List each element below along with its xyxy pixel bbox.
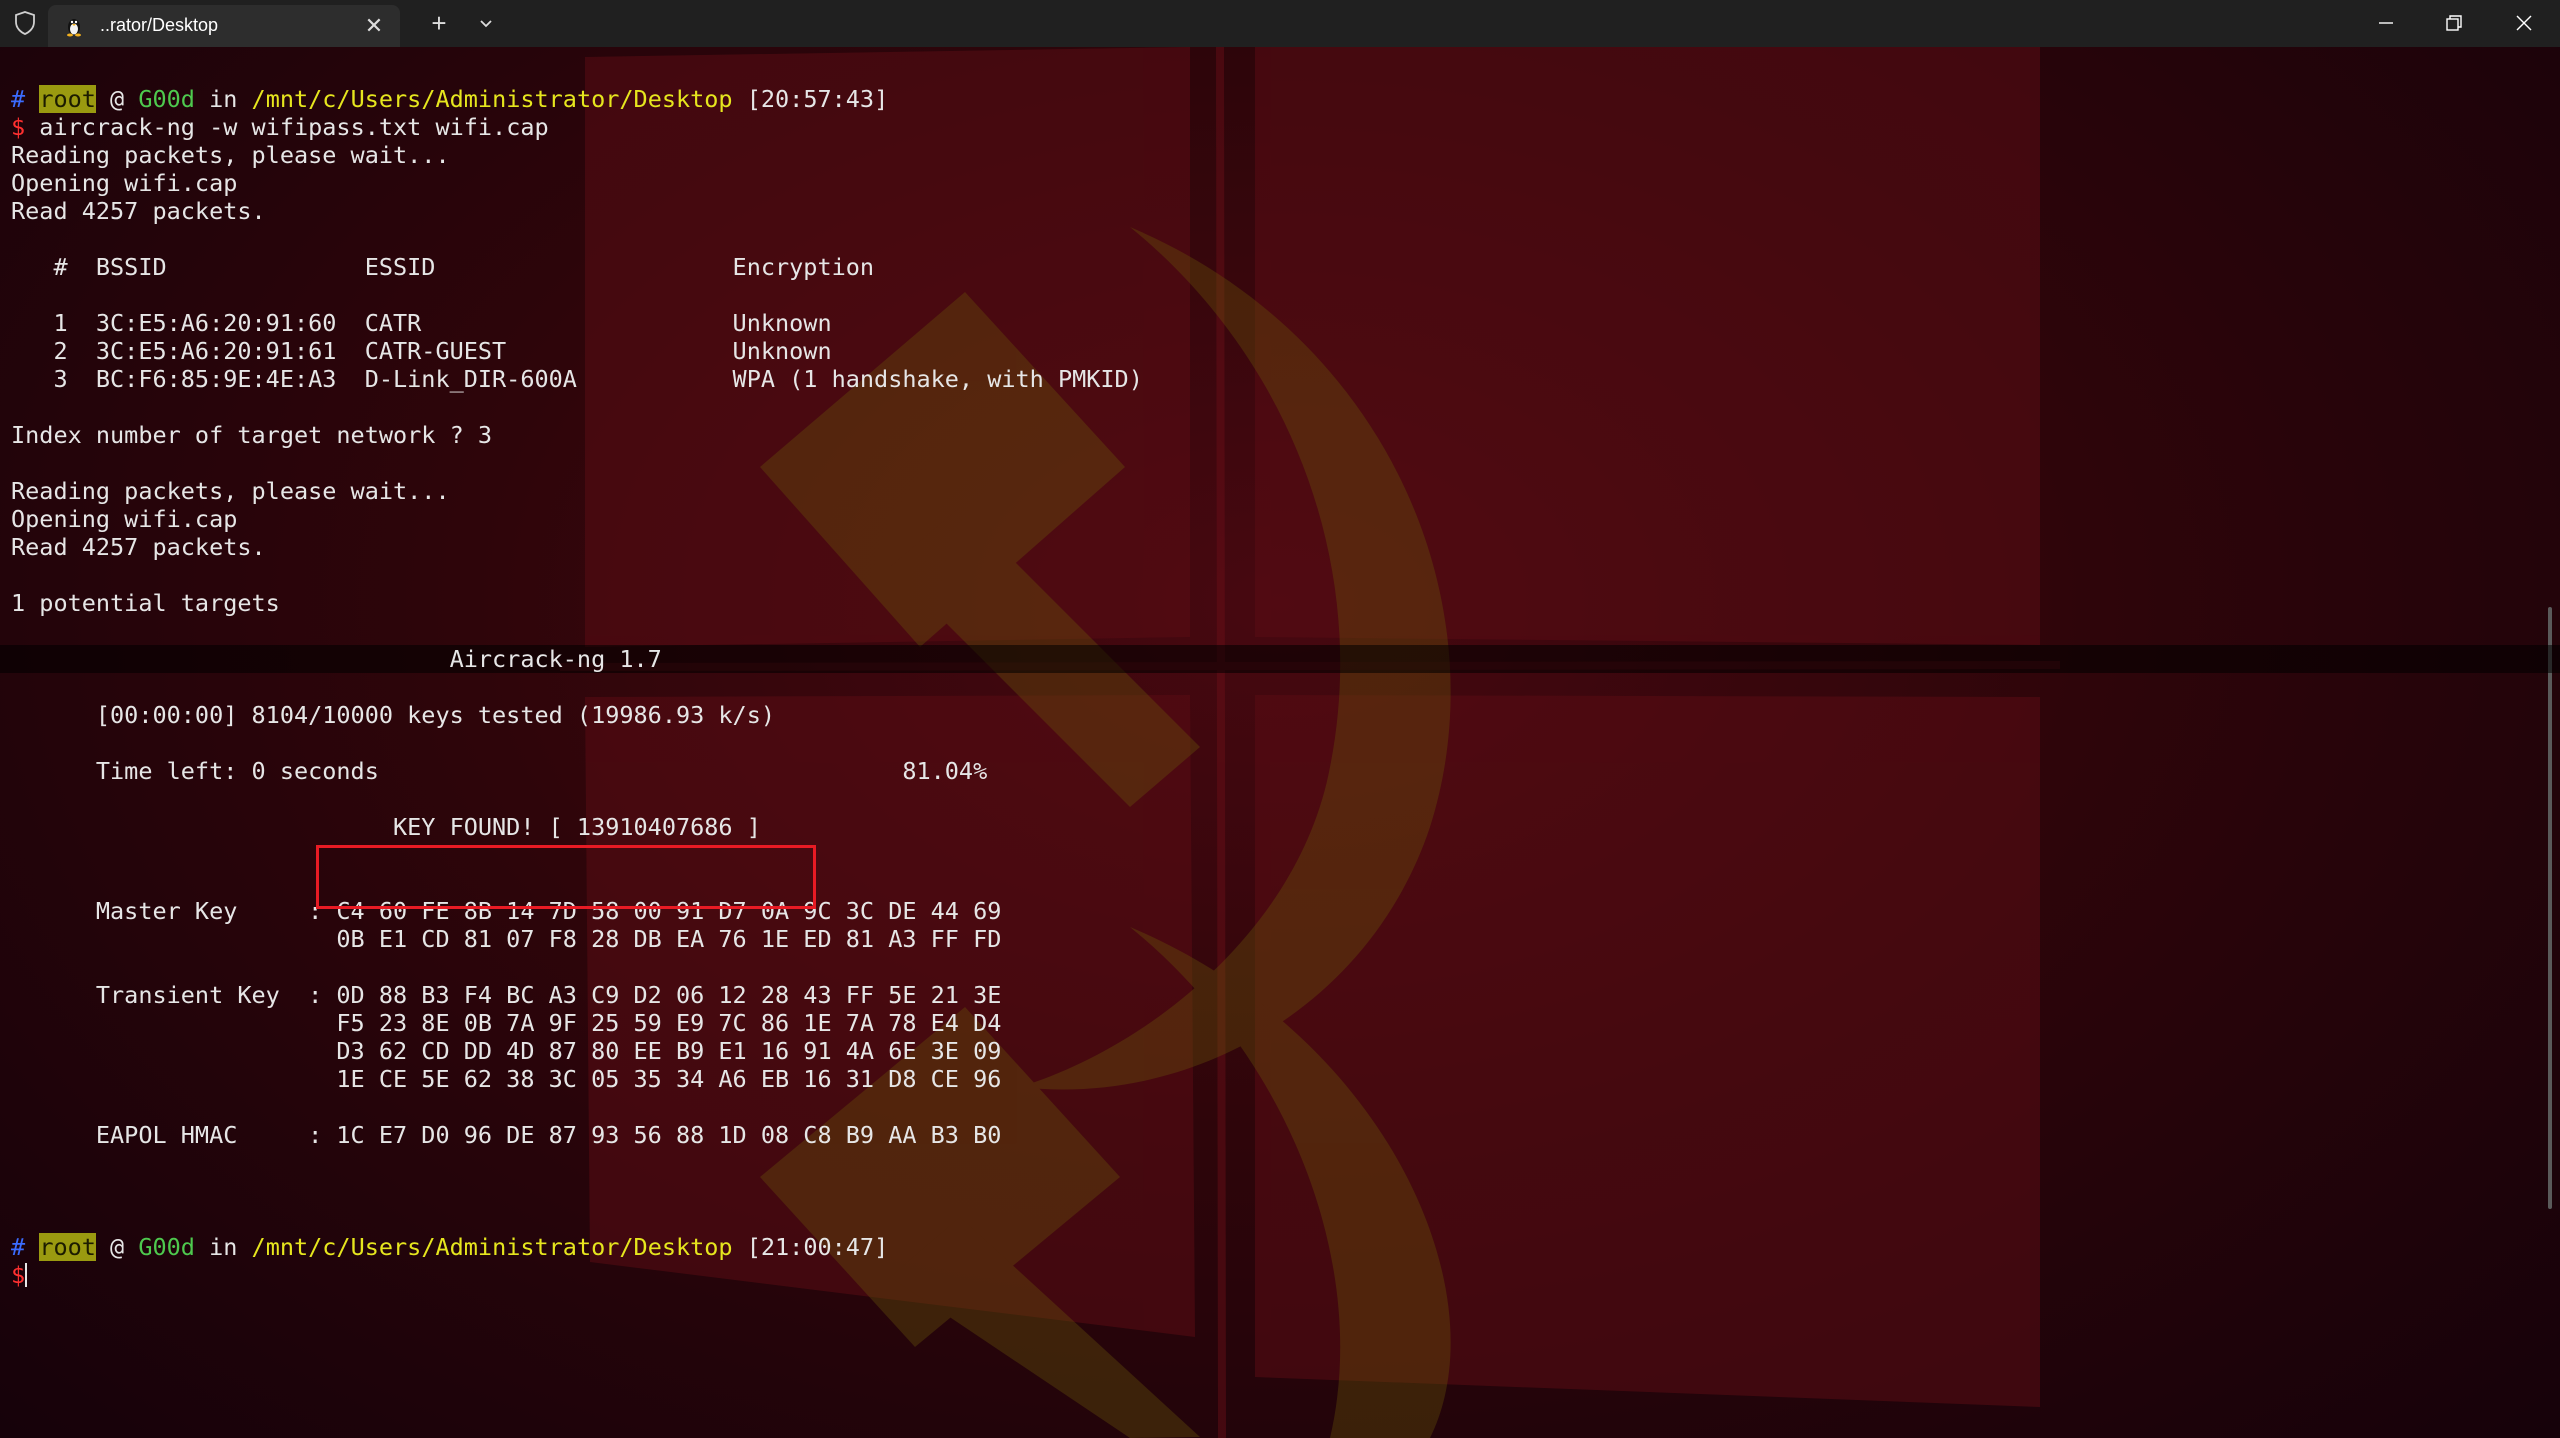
chevron-down-icon[interactable] xyxy=(469,8,503,40)
close-window-button[interactable] xyxy=(2490,0,2558,47)
close-icon xyxy=(2516,15,2532,31)
prompt-at: @ xyxy=(95,1233,139,1261)
prompt-line: # root @ G00d in /mnt/c/Users/Administra… xyxy=(11,1233,2531,1261)
restore-button[interactable] xyxy=(2420,0,2488,47)
output-line: Read 4257 packets. xyxy=(11,533,266,561)
prompt-in: in xyxy=(194,1233,252,1261)
table-row: 1 3C:E5:A6:20:91:60 CATR Unknown xyxy=(11,309,832,337)
command-line[interactable]: $ xyxy=(11,1261,2531,1289)
command-text: aircrack-ng -w wifipass.txt wifi.cap xyxy=(25,113,549,141)
transient-key-line: Transient Key : 0D 88 B3 F4 BC A3 C9 D2 … xyxy=(11,981,1002,1009)
terminal-output: # root @ G00d in /mnt/c/Users/Administra… xyxy=(0,85,2560,1289)
scrollbar[interactable] xyxy=(2548,607,2552,1209)
linux-penguin-icon xyxy=(67,19,81,37)
transient-key-line: D3 62 CD DD 4D 87 80 EE B9 E1 16 91 4A 6… xyxy=(11,1037,1002,1065)
prompt-time: [20:57:43] xyxy=(732,85,889,113)
prompt-in: in xyxy=(194,85,252,113)
table-row: 2 3C:E5:A6:20:91:61 CATR-GUEST Unknown xyxy=(11,337,832,365)
prompt-at: @ xyxy=(95,85,139,113)
output-line: Read 4257 packets. xyxy=(11,197,266,225)
prompt-dollar: $ xyxy=(11,1261,26,1289)
prompt-host: G00d xyxy=(138,1233,195,1261)
keys-tested: [00:00:00] 8104/10000 keys tested (19986… xyxy=(11,701,776,729)
prompt-host: G00d xyxy=(138,85,195,113)
key-found: KEY FOUND! [ 13910407686 ] xyxy=(11,813,761,841)
text-cursor[interactable] xyxy=(25,1263,28,1287)
table-header: # BSSID ESSID Encryption xyxy=(11,253,875,281)
prompt-line: # root @ G00d in /mnt/c/Users/Administra… xyxy=(11,85,2531,113)
table-row: 3 BC:F6:85:9E:4E:A3 D-Link_DIR-600A WPA … xyxy=(11,365,1143,393)
command-line: $ aircrack-ng -w wifipass.txt wifi.cap xyxy=(11,113,2531,141)
prompt-user: root xyxy=(39,85,96,113)
transient-key-line: F5 23 8E 0B 7A 9F 25 59 E9 7C 86 1E 7A 7… xyxy=(11,1009,1002,1037)
prompt-hash: # xyxy=(11,1233,26,1261)
title-bar: ..rator/Desktop ✕ + xyxy=(0,0,2560,47)
minimize-button[interactable] xyxy=(2352,0,2420,47)
terminal-pane[interactable]: # root @ G00d in /mnt/c/Users/Administra… xyxy=(0,47,2560,1438)
terminal-window: ..rator/Desktop ✕ + # root @ G00d in /mn… xyxy=(0,0,2560,1438)
output-line: 1 potential targets xyxy=(11,589,280,617)
key-found-highlight-box xyxy=(316,845,816,909)
output-line: Opening wifi.cap xyxy=(11,505,238,533)
shield-icon[interactable] xyxy=(13,10,37,36)
new-tab-button[interactable]: + xyxy=(421,8,457,40)
minimize-icon xyxy=(2379,22,2393,24)
output-line: Index number of target network ? 3 xyxy=(11,421,493,449)
restore-icon xyxy=(2446,15,2462,31)
prompt-path: /mnt/c/Users/Administrator/Desktop xyxy=(251,85,733,113)
prompt-dollar: $ xyxy=(11,113,26,141)
prompt-hash: # xyxy=(11,85,26,113)
prompt-user: root xyxy=(39,1233,96,1261)
prompt-path: /mnt/c/Users/Administrator/Desktop xyxy=(251,1233,733,1261)
eapol-hmac-line: EAPOL HMAC : 1C E7 D0 96 DE 87 93 56 88 … xyxy=(11,1121,1002,1149)
output-line: Reading packets, please wait... xyxy=(11,477,450,505)
output-line: Reading packets, please wait... xyxy=(11,141,450,169)
time-left: Time left: 0 seconds 81.04% xyxy=(11,757,988,785)
master-key-line: 0B E1 CD 81 07 F8 28 DB EA 76 1E ED 81 A… xyxy=(11,925,1002,953)
close-tab-icon[interactable]: ✕ xyxy=(360,12,388,40)
output-line: Opening wifi.cap xyxy=(11,169,238,197)
tab-title: ..rator/Desktop xyxy=(100,15,219,35)
aircrack-title-line: Aircrack-ng 1.7 xyxy=(0,645,2560,673)
aircrack-title: Aircrack-ng 1.7 xyxy=(11,645,662,673)
tab-desktop[interactable]: ..rator/Desktop ✕ xyxy=(48,5,400,47)
transient-key-line: 1E CE 5E 62 38 3C 05 35 34 A6 EB 16 31 D… xyxy=(11,1065,1002,1093)
prompt-time: [21:00:47] xyxy=(732,1233,889,1261)
